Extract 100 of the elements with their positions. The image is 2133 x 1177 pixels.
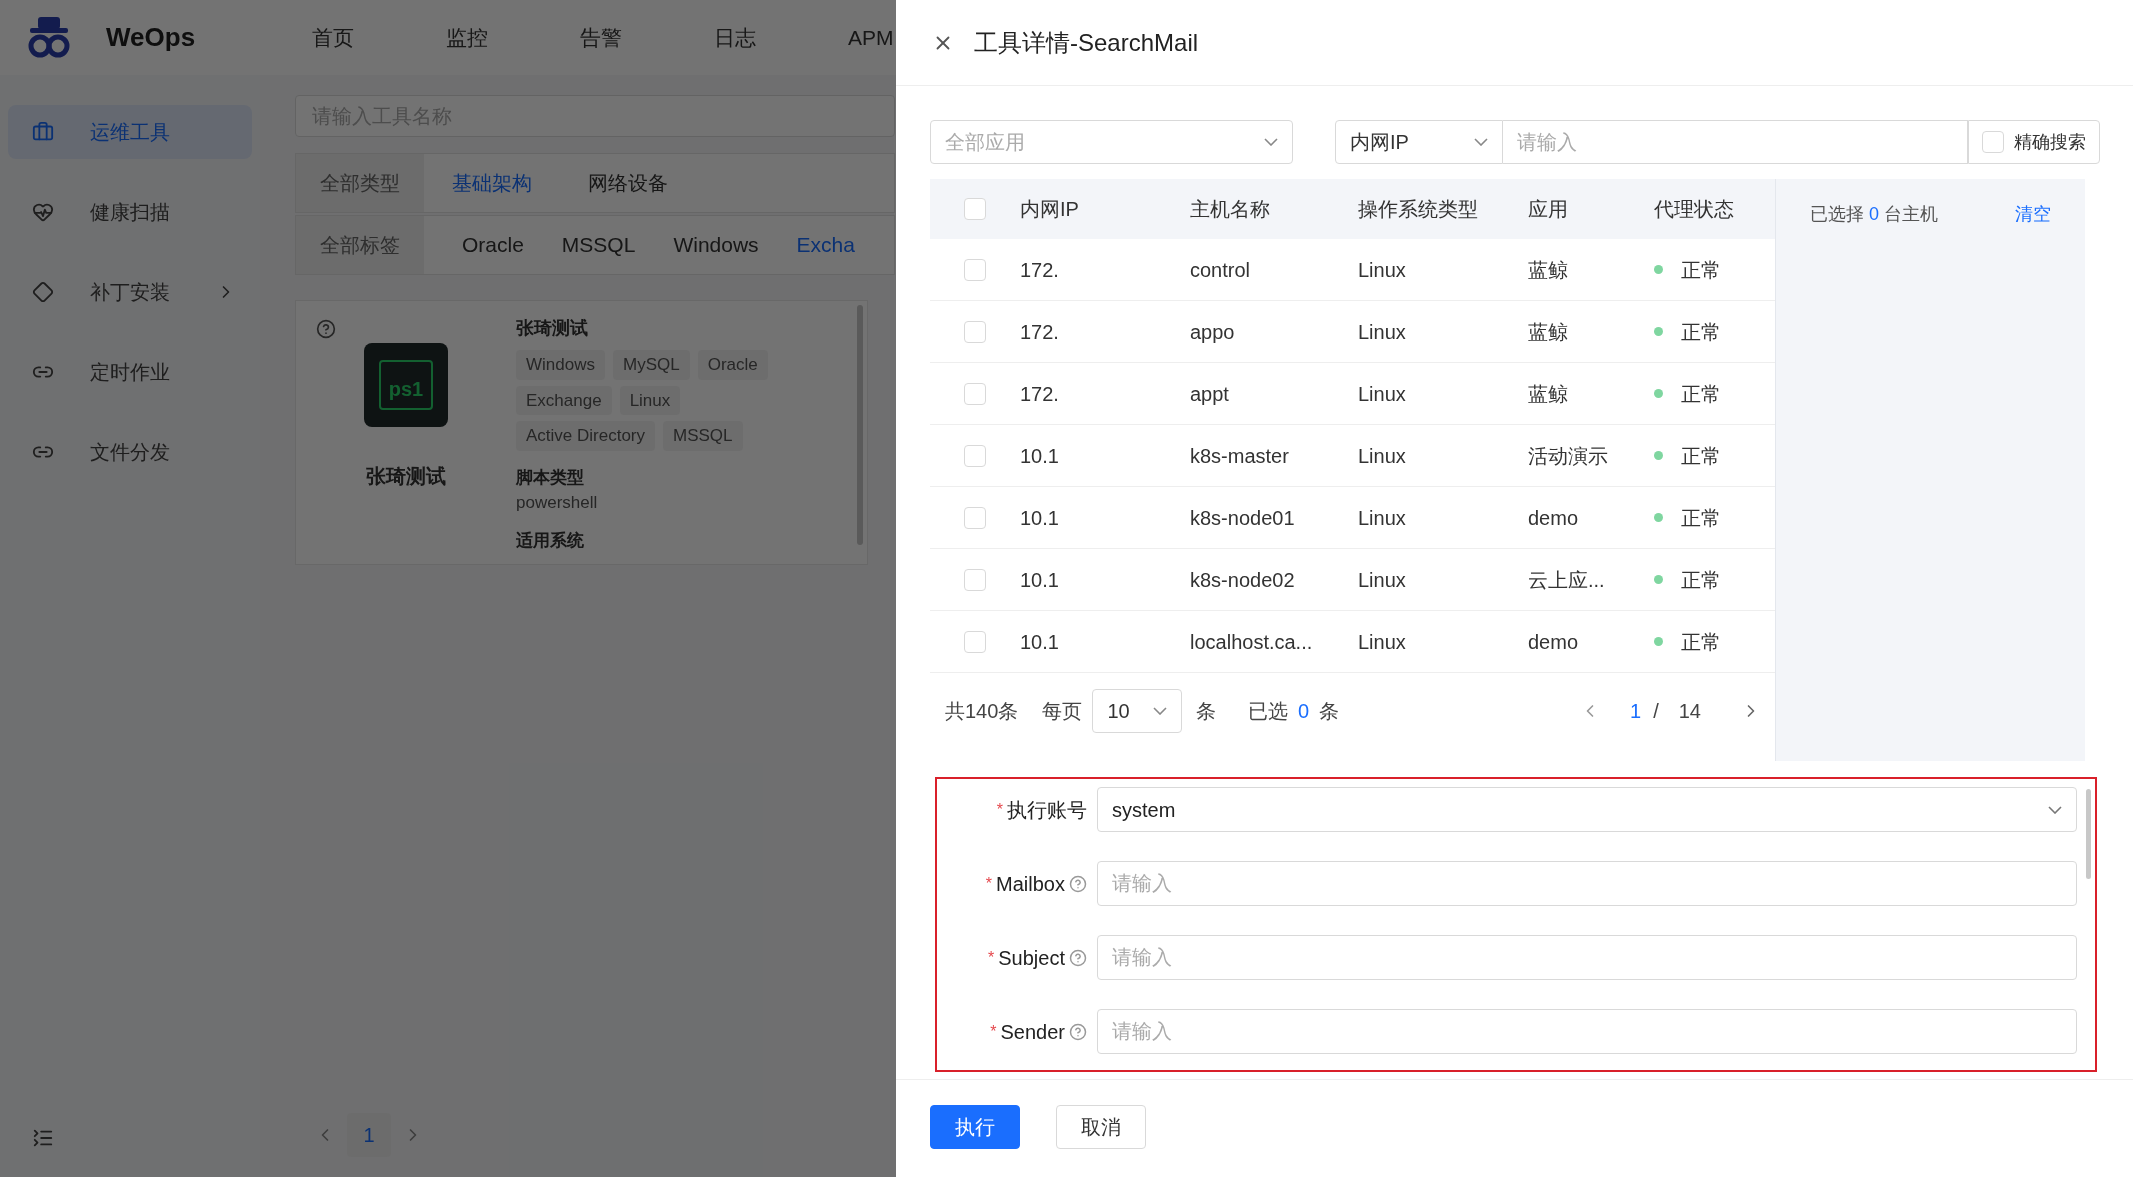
page-total: 14 — [1678, 699, 1701, 724]
table-cell-text: Linux — [1358, 629, 1407, 655]
chevron-down-icon — [1153, 707, 1168, 715]
section-label: 脚本类型 — [516, 466, 585, 489]
required-mark: * — [988, 947, 995, 968]
diamond-icon — [32, 281, 54, 303]
tool-card[interactable]: ps1 张琦测试 张琦测试 Windows MySQL Oracle Exchange Linux Active Directory MSSQL 脚本类型 powershell 适用系统 — [295, 300, 868, 565]
table-cell-text: Linux — [1358, 381, 1407, 407]
table-cell-text: 172. — [1020, 319, 1060, 345]
scrollbar[interactable] — [2086, 789, 2091, 879]
table-cell-text: Linux — [1358, 257, 1407, 283]
sidebar-item[interactable]: 文件分发 — [8, 425, 252, 479]
filter-label: 全部标签 — [296, 216, 424, 274]
filter-option[interactable]: Windows — [673, 229, 759, 261]
nav-item[interactable]: 日志 — [714, 21, 756, 54]
current-page[interactable]: 1 — [1630, 696, 1642, 726]
table-cell-text: 正常 — [1681, 257, 1721, 283]
collapse-menu-icon[interactable] — [32, 1127, 54, 1149]
tag: Active Directory — [516, 421, 656, 451]
table-cell-text: localhost.ca... — [1190, 629, 1314, 655]
table-cell-text: 正常 — [1681, 567, 1721, 593]
nav-item[interactable]: 告警 — [580, 21, 622, 54]
table-cell-text: k8s-master — [1190, 443, 1290, 469]
row-checkbox[interactable] — [964, 506, 986, 529]
tool-icon: ps1 — [364, 343, 448, 427]
row-checkbox[interactable] — [964, 568, 986, 591]
required-mark: * — [985, 873, 993, 894]
scrollbar[interactable] — [857, 305, 863, 545]
column-header: 内网IP — [1020, 197, 1080, 222]
row-checkbox[interactable] — [964, 630, 986, 653]
field-label: Subject — [998, 945, 1065, 971]
account-select[interactable]: system — [1097, 787, 2077, 832]
row-checkbox[interactable] — [964, 320, 986, 343]
filter-option[interactable]: 基础架构 — [424, 168, 560, 198]
row-checkbox[interactable] — [964, 258, 986, 281]
input-field[interactable]: 请输入 — [1097, 1009, 2077, 1054]
table-cell-text: 172. — [1020, 257, 1060, 283]
table-cell-text: 云上应... — [1528, 567, 1606, 593]
table-cell-text: 10.1 — [1020, 443, 1060, 469]
input-field[interactable]: 请输入 — [1097, 861, 2077, 906]
page-number[interactable]: 1 — [347, 1113, 391, 1157]
column-header: 操作系统类型 — [1358, 197, 1479, 222]
page-size-select[interactable]: 10 — [1092, 689, 1183, 733]
required-mark: * — [996, 799, 1003, 820]
tag: Exchange — [516, 385, 612, 415]
tag: MySQL — [612, 350, 690, 380]
field-label: Sender — [1000, 1019, 1065, 1045]
field-label: Mailbox — [996, 871, 1065, 897]
table-cell-text: 正常 — [1681, 629, 1721, 655]
table-cell-text: control — [1190, 257, 1252, 283]
total-count: 共140条 — [945, 699, 1019, 724]
table-cell-text: 正常 — [1681, 505, 1721, 531]
help-icon[interactable] — [1069, 874, 1087, 893]
exact-search-toggle[interactable]: 精确搜索 — [1968, 120, 2100, 164]
page-separator: / — [1653, 699, 1659, 724]
input-field[interactable]: 请输入 — [1097, 935, 2077, 980]
select-all-checkbox[interactable] — [964, 198, 986, 220]
help-icon[interactable] — [316, 319, 336, 339]
table-cell-text: demo — [1528, 629, 1580, 655]
search-input[interactable]: 请输入 — [1503, 120, 1968, 164]
filter-option[interactable]: 网络设备 — [560, 168, 696, 198]
column-header: 应用 — [1528, 197, 1569, 222]
table-cell-text: appt — [1190, 381, 1230, 407]
search-field-select[interactable]: 内网IP — [1335, 120, 1503, 164]
sidebar-item[interactable]: 运维工具 — [8, 105, 252, 159]
row-checkbox[interactable] — [964, 382, 986, 405]
filter-option[interactable]: Excha — [796, 229, 855, 261]
filter-option[interactable]: Oracle — [462, 229, 524, 261]
nav-item[interactable]: APM — [848, 21, 894, 54]
sidebar-item[interactable]: 补丁安装 — [8, 265, 252, 319]
table-cell-text: 10.1 — [1020, 567, 1060, 593]
row-checkbox[interactable] — [964, 444, 986, 467]
selection-summary: 已选择 0 台主机 — [1810, 203, 1939, 226]
clear-link[interactable]: 清空 — [2015, 201, 2051, 228]
page-size-unit: 条 — [1196, 699, 1217, 724]
table-cell-text: 正常 — [1681, 319, 1721, 345]
nav-item[interactable]: 监控 — [446, 21, 488, 54]
drawer-title: 工具详情-SearchMail — [974, 27, 1199, 58]
sidebar-item[interactable]: 定时作业 — [8, 345, 252, 399]
table-cell-text: 正常 — [1681, 443, 1721, 469]
tag: MSSQL — [663, 421, 743, 451]
tool-title: 张琦测试 — [516, 317, 589, 340]
table-cell-text: Linux — [1358, 319, 1407, 345]
table-cell-text: appo — [1190, 319, 1236, 345]
cancel-button[interactable]: 取消 — [1056, 1105, 1146, 1149]
table-cell-text: k8s-node01 — [1190, 505, 1296, 531]
table-cell-text: Linux — [1358, 567, 1407, 593]
sidebar-item[interactable]: 健康扫描 — [8, 185, 252, 239]
required-mark: * — [990, 1021, 997, 1042]
briefcase-icon — [32, 121, 54, 143]
checkbox[interactable] — [1982, 131, 2004, 153]
execute-button[interactable]: 执行 — [930, 1105, 1020, 1149]
nav-item[interactable]: 首页 — [312, 21, 354, 54]
help-icon[interactable] — [1069, 1022, 1087, 1041]
table-cell-text: k8s-node02 — [1190, 567, 1296, 593]
filter-option[interactable]: MSSQL — [561, 229, 636, 261]
table-cell-text: 10.1 — [1020, 505, 1060, 531]
app-select[interactable]: 全部应用 — [930, 120, 1293, 164]
help-icon[interactable] — [1069, 948, 1087, 967]
table-cell-text: 蓝鲸 — [1528, 257, 1569, 283]
